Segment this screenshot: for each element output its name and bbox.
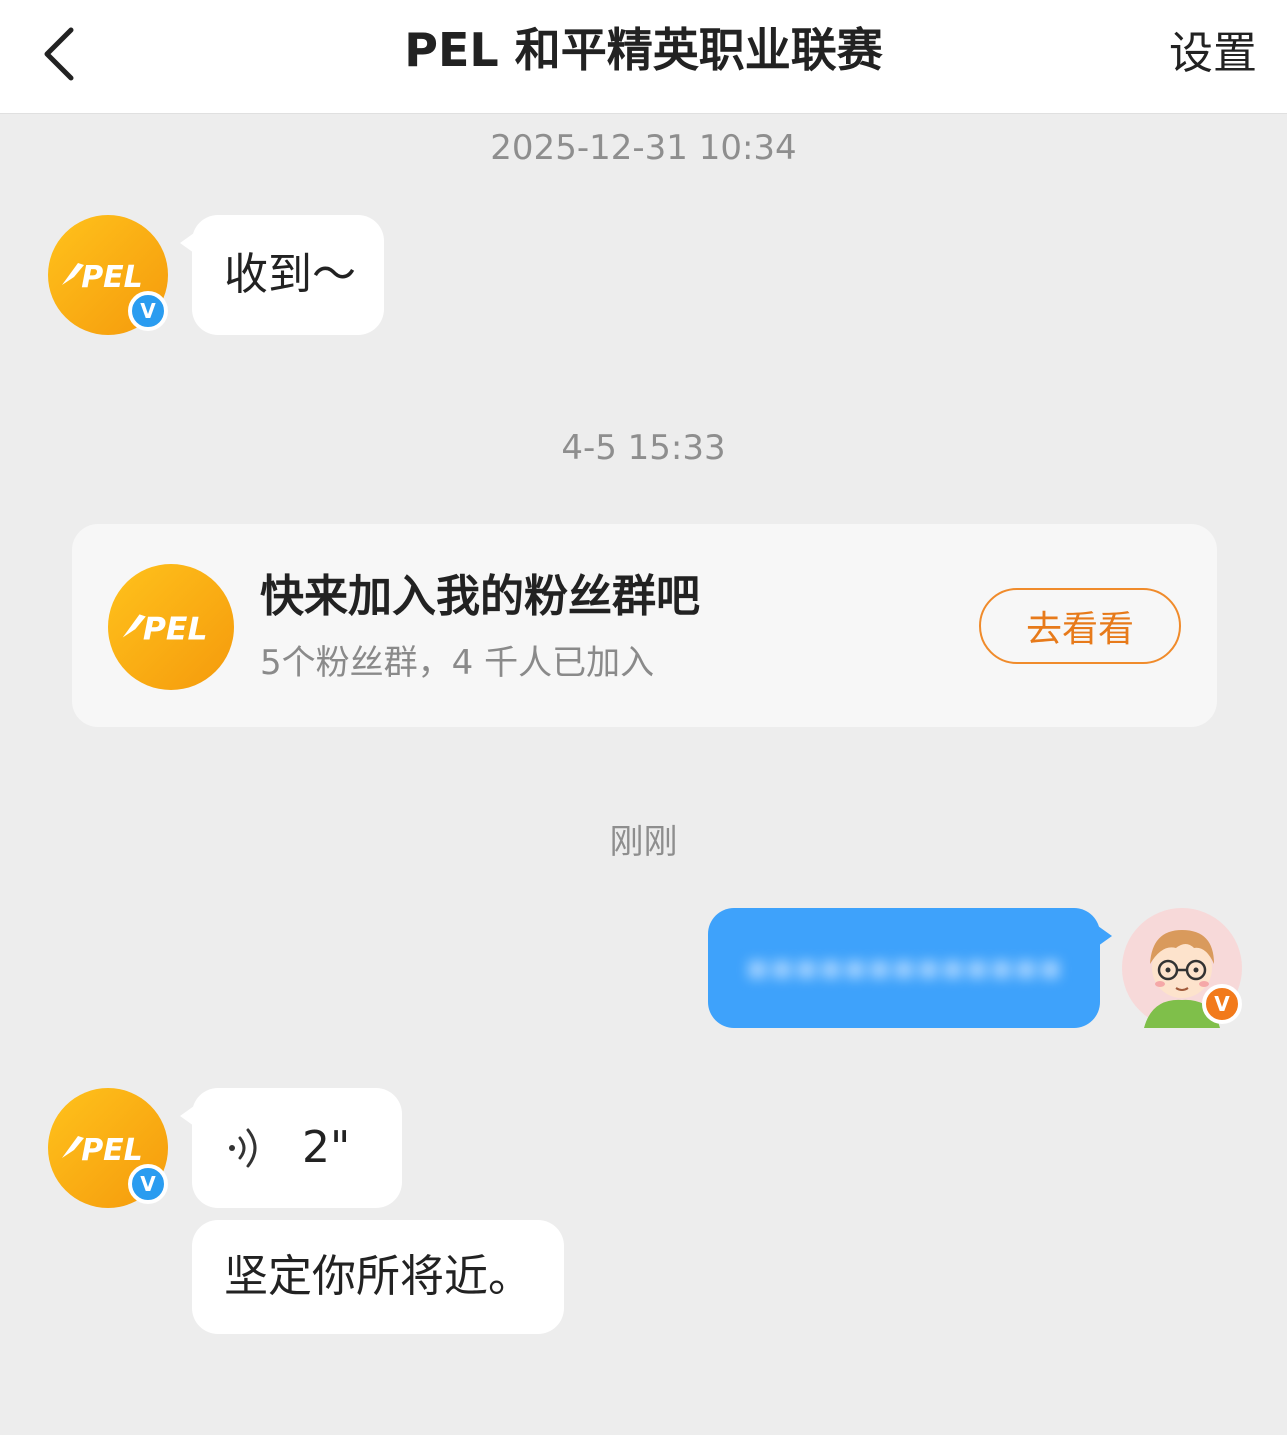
message-bubble[interactable]: 收到～ bbox=[180, 215, 384, 335]
page-title: PEL 和平精英职业联赛 bbox=[404, 23, 883, 77]
message-timestamp: 刚刚 bbox=[609, 822, 678, 862]
verified-badge-icon: V bbox=[1202, 984, 1242, 1024]
sender-avatar[interactable]: PEL V bbox=[48, 1088, 168, 1208]
voice-wave-icon bbox=[229, 1128, 257, 1168]
message-text: 坚定你所将近。 bbox=[224, 1251, 532, 1302]
view-fan-group-button[interactable]: 去看看 bbox=[979, 588, 1181, 664]
my-message-bubble[interactable]: ▪▪▪▪▪▪▪▪▪▪▪▪▪ bbox=[708, 908, 1112, 1028]
message-text-blurred: ▪▪▪▪▪▪▪▪▪▪▪▪▪ bbox=[745, 947, 1063, 988]
svg-text:PEL: PEL bbox=[143, 612, 208, 648]
my-avatar[interactable]: V bbox=[1122, 908, 1242, 1028]
voice-duration: 2" bbox=[302, 1122, 351, 1173]
message-timestamp: 4-5 15:33 bbox=[561, 428, 726, 468]
pel-logo-icon: PEL bbox=[108, 564, 234, 690]
message-timestamp: 2025-12-31 10:34 bbox=[490, 128, 797, 168]
top-bar: PEL 和平精英职业联赛 设置 bbox=[0, 0, 1287, 114]
settings-button[interactable]: 设置 bbox=[1169, 26, 1257, 82]
fan-group-avatar: PEL bbox=[108, 564, 234, 690]
svg-text:PEL: PEL bbox=[81, 260, 143, 295]
fan-group-title: 快来加入我的粉丝群吧 bbox=[260, 571, 700, 622]
message-text: 收到～ bbox=[224, 249, 356, 300]
svg-text:PEL: PEL bbox=[81, 1133, 143, 1168]
verified-badge-icon: V bbox=[128, 1164, 168, 1204]
fan-group-subtitle: 5个粉丝群，4 千人已加入 bbox=[260, 643, 655, 683]
verified-badge-icon: V bbox=[128, 291, 168, 331]
voice-message-bubble[interactable]: 2" bbox=[180, 1088, 402, 1208]
message-bubble[interactable]: 坚定你所将近。 bbox=[192, 1220, 564, 1334]
sender-avatar[interactable]: PEL V bbox=[48, 215, 168, 335]
fan-group-card[interactable]: PEL 快来加入我的粉丝群吧 5个粉丝群，4 千人已加入 去看看 bbox=[72, 524, 1217, 727]
